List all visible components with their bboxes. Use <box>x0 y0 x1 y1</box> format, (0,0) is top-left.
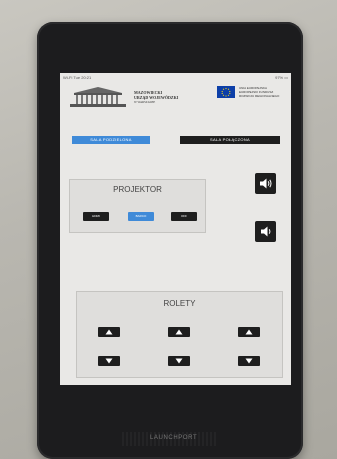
hdmi-button[interactable]: HDMI <box>83 212 109 221</box>
triangle-down-icon <box>245 358 253 364</box>
triangle-down-icon <box>105 358 113 364</box>
volume-up-button[interactable] <box>255 173 276 194</box>
launchport-brand: LAUNCHPORT <box>150 435 198 441</box>
projector-title: PROJEKTOR <box>113 185 162 194</box>
speaker-loud-icon <box>260 178 272 189</box>
blind-3-down-button[interactable] <box>238 356 260 366</box>
rolety-panel: ROLETY <box>76 291 283 378</box>
rolety-title: ROLETY <box>163 299 196 308</box>
barco-button[interactable]: BARCO <box>128 212 154 221</box>
blind-2-down-button[interactable] <box>168 356 190 366</box>
organization-name: MAZOWIECKI URZĄD WOJEWÓDZKI W WARSZAWIE <box>134 90 204 105</box>
triangle-down-icon <box>175 358 183 364</box>
eu-text: UNIA EUROPEJSKA EUROPEJSKI FUNDUSZ ROZWO… <box>239 86 287 98</box>
projector-panel: PROJEKTOR HDMI BARCO OFF <box>69 179 206 233</box>
blind-1-down-button[interactable] <box>98 356 120 366</box>
triangle-up-icon <box>245 329 253 335</box>
volume-down-button[interactable] <box>255 221 276 242</box>
eu-funding-block: UNIA EUROPEJSKA EUROPEJSKI FUNDUSZ ROZWO… <box>217 85 287 103</box>
tablet-screen: Wi-Fi Tue 20:21 97% ▭ MAZOWIECKI URZĄD W… <box>60 73 291 385</box>
eu-flag-icon <box>217 86 235 98</box>
blind-2-up-button[interactable] <box>168 327 190 337</box>
tab-sala-polaczona[interactable]: SALA POŁĄCZONA <box>180 136 280 144</box>
blind-1-up-button[interactable] <box>98 327 120 337</box>
tab-sala-podzielona[interactable]: SALA PODZIELONA <box>72 136 150 144</box>
blind-3-up-button[interactable] <box>238 327 260 337</box>
projector-off-button[interactable]: OFF <box>171 212 197 221</box>
building-logo-icon <box>70 87 126 107</box>
eu-line-3: ROZWOJU REGIONALNEGO <box>239 94 280 98</box>
status-bar: Wi-Fi Tue 20:21 97% ▭ <box>60 73 291 81</box>
speaker-quiet-icon <box>261 226 271 237</box>
triangle-up-icon <box>105 329 113 335</box>
header: MAZOWIECKI URZĄD WOJEWÓDZKI W WARSZAWIE … <box>60 81 291 113</box>
org-line-3: W WARSZAWIE <box>134 100 156 104</box>
triangle-up-icon <box>175 329 183 335</box>
status-bar-left: Wi-Fi Tue 20:21 <box>63 75 92 80</box>
status-bar-right: 97% ▭ <box>275 75 288 80</box>
